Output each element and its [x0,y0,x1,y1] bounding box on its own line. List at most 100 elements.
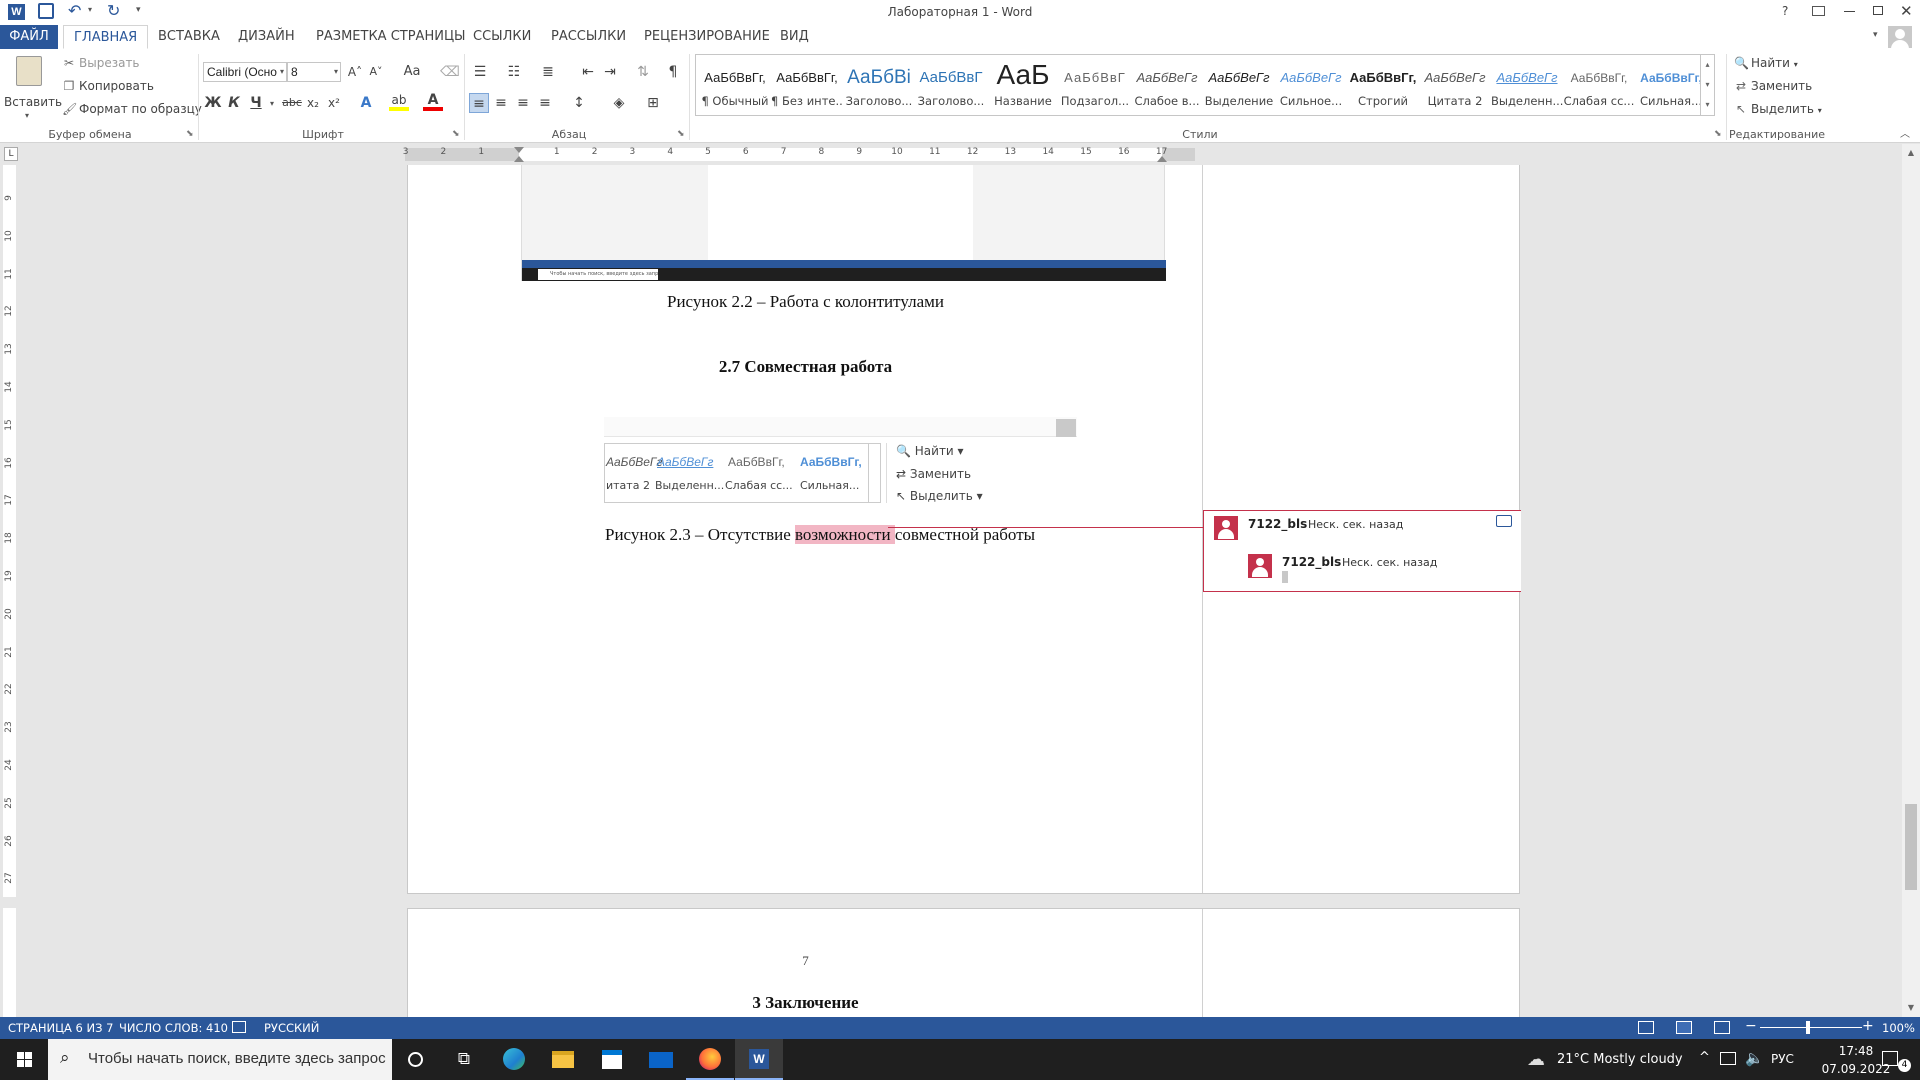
font-launcher-icon[interactable]: ⬊ [452,129,460,139]
zoom-slider-thumb[interactable] [1806,1021,1810,1034]
ribbon-options-icon[interactable]: ▾ [1873,30,1878,40]
volume-icon[interactable]: 🔈 [1745,1049,1764,1067]
notifications-icon[interactable] [1882,1051,1898,1066]
undo-icon[interactable]: ↶ [68,1,81,20]
scroll-thumb[interactable] [1905,804,1917,890]
multilevel-list-icon[interactable]: ≣ [538,62,558,82]
increase-indent-icon[interactable]: ⇥ [600,62,620,82]
style-tile[interactable]: АаБбВвГг, Сильная... [1635,56,1707,114]
grow-font-button[interactable]: A˄ [345,62,365,82]
minimize-icon[interactable] [1844,11,1855,12]
underline-button[interactable]: Ч [246,93,266,113]
tab-insert[interactable]: ВСТАВКА [148,25,230,49]
network-icon[interactable] [1720,1052,1736,1065]
word-taskbar-icon[interactable]: W [735,1039,783,1080]
windows-start-icon[interactable] [0,1039,48,1080]
zoom-slider[interactable] [1760,1027,1862,1028]
styles-more[interactable]: ▾ [1700,95,1714,115]
page[interactable]: 7 3 Заключение [407,908,1520,1017]
save-icon[interactable] [38,3,54,19]
style-tile[interactable]: АаБбВвГ Подзагол... [1059,56,1131,114]
account-avatar[interactable] [1888,26,1912,48]
proofing-icon[interactable] [232,1021,246,1033]
page[interactable]: Чтобы начать поиск, введите здесь запрос… [407,165,1521,894]
font-name-field[interactable]: Calibri (Осно ▾ [203,62,287,82]
tab-home[interactable]: ГЛАВНАЯ [63,25,149,49]
input-language[interactable]: РУС [1771,1052,1794,1066]
figure-caption[interactable]: Рисунок 2.2 – Работа с колонтитулами [408,292,1203,312]
qat-customize-icon[interactable]: ▾ [136,5,141,15]
file-explorer-icon[interactable] [539,1039,587,1080]
store-icon[interactable] [588,1039,636,1080]
shrink-font-button[interactable]: A˅ [366,62,386,82]
text-effects-icon[interactable]: A [356,93,376,113]
language-indicator[interactable]: РУССКИЙ [264,1021,319,1035]
restore-icon[interactable] [1873,6,1883,15]
ribbon-display-icon[interactable] [1812,6,1825,16]
scroll-down-icon[interactable]: ▼ [1902,999,1920,1017]
subscript-button[interactable]: x₂ [303,93,323,113]
font-color-icon[interactable]: A [423,93,443,111]
tab-mailings[interactable]: РАССЫЛКИ [541,25,636,49]
clipboard-launcher-icon[interactable]: ⬊ [186,129,194,139]
style-tile[interactable]: АаБбВвГ Заголово... [915,56,987,114]
close-icon[interactable]: ✕ [1900,2,1913,20]
reply-icon[interactable] [1496,515,1512,527]
justify-icon[interactable]: ≡ [535,93,555,113]
tab-layout[interactable]: РАЗМЕТКА СТРАНИЦЫ [306,25,476,49]
styles-launcher-icon[interactable]: ⬊ [1714,129,1722,139]
comment-input[interactable] [1282,571,1288,583]
bold-button[interactable]: Ж [203,93,223,113]
tab-references[interactable]: ССЫЛКИ [463,25,541,49]
line-spacing-icon[interactable]: ↕ [569,93,589,113]
paragraph-launcher-icon[interactable]: ⬊ [677,129,685,139]
sort-icon[interactable]: ⇅ [633,62,653,82]
word-count[interactable]: ЧИСЛО СЛОВ: 410 [119,1021,228,1035]
styles-scroll-down[interactable]: ▾ [1700,75,1714,95]
document-area[interactable]: Чтобы начать поиск, введите здесь запрос… [18,165,1902,1017]
page-indicator[interactable]: СТРАНИЦА 6 ИЗ 7 [8,1021,113,1035]
tray-chevron-icon[interactable]: ^ [1699,1050,1710,1065]
tab-design[interactable]: ДИЗАЙН [228,25,305,49]
style-tile[interactable]: АаБбВвГг, Строгий [1347,56,1419,114]
styles-scroll-up[interactable]: ▴ [1700,55,1714,75]
styles-gallery[interactable]: АаБбВвГг, ¶ Обычный АаБбВвГг, ¶ Без инте..… [695,54,1715,116]
zoom-in-icon[interactable]: + [1862,1018,1874,1034]
taskbar-search[interactable]: ⌕ Чтобы начать поиск, введите здесь запр… [48,1039,392,1080]
scroll-up-icon[interactable]: ▲ [1902,144,1920,162]
style-tile[interactable]: АаБбВвГг, ¶ Обычный [699,56,771,114]
zoom-out-icon[interactable]: − [1745,1018,1757,1034]
superscript-button[interactable]: x² [324,93,344,113]
change-case-button[interactable]: Aa [398,62,426,82]
show-marks-icon[interactable]: ¶ [663,62,683,82]
print-layout-icon[interactable] [1676,1021,1692,1034]
align-left-icon[interactable]: ≡ [469,93,489,113]
undo-dropdown-icon[interactable]: ▾ [88,5,92,14]
style-tile[interactable]: АаБбВвГг, Слабая сс... [1563,56,1635,114]
tab-selector[interactable]: L [4,147,18,161]
collapse-ribbon-icon[interactable]: ︿ [1900,125,1910,140]
format-painter-button[interactable]: 🖌 Формат по образцу [62,99,202,119]
style-tile[interactable]: АаБбВеГг Выделенн... [1491,56,1563,114]
find-button[interactable]: 🔍 Найти ▾ [1734,53,1798,73]
italic-button[interactable]: К [224,93,244,113]
strikethrough-button[interactable]: abc [282,93,302,113]
style-tile[interactable]: АаБбВі Заголово... [843,56,915,114]
style-tile[interactable]: АаБ Название [987,56,1059,114]
help-icon[interactable]: ? [1782,4,1788,18]
underline-dropdown-icon[interactable]: ▾ [270,99,274,108]
indent-marker[interactable] [514,156,524,162]
style-tile[interactable]: АаБбВеГг Слабое в... [1131,56,1203,114]
clear-format-icon[interactable]: ⌫ [440,62,460,82]
weather-icon[interactable]: ☁ [1527,1049,1545,1070]
style-tile[interactable]: АаБбВеГг Сильное... [1275,56,1347,114]
commented-text[interactable]: возможности [795,525,895,544]
align-center-icon[interactable]: ≡ [491,93,511,113]
tab-review[interactable]: РЕЦЕНЗИРОВАНИЕ [634,25,780,49]
style-tile[interactable]: АаБбВеГг Цитата 2 [1419,56,1491,114]
redo-icon[interactable]: ↻ [107,1,120,20]
tab-file[interactable]: ФАЙЛ [0,25,58,49]
horizontal-ruler[interactable]: L 3 2 1 1 2 3 4 5 6 7 8 9 10 11 12 13 14 15 16 17 [0,144,1920,165]
indent-marker[interactable] [514,147,524,153]
font-size-field[interactable]: 8 ▾ [287,62,341,82]
